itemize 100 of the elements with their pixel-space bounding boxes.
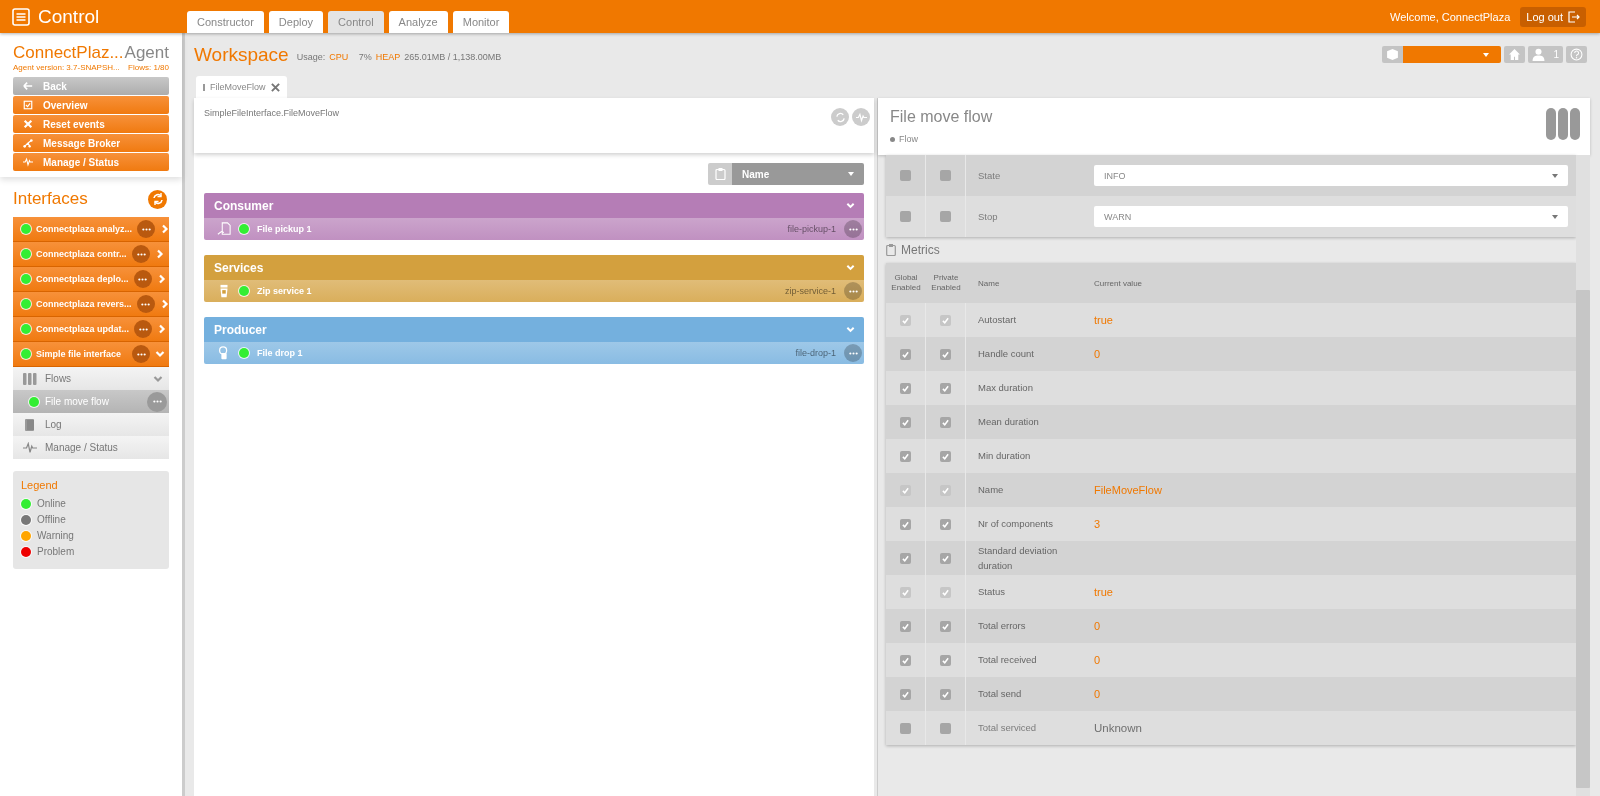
checkbox[interactable] xyxy=(900,722,911,734)
editor-tab[interactable]: FileMoveFlow xyxy=(196,76,287,98)
checkbox[interactable] xyxy=(940,722,951,734)
checkbox[interactable] xyxy=(940,450,951,462)
checkbox[interactable] xyxy=(900,382,911,394)
metric-value: 0 xyxy=(1094,620,1102,632)
metric-name: Total received xyxy=(977,653,1038,668)
checkbox[interactable] xyxy=(900,416,911,428)
more-button[interactable] xyxy=(844,220,862,238)
tree-item[interactable]: Flows xyxy=(13,367,169,390)
interface-item[interactable]: Connectplaza deplo... xyxy=(13,267,169,292)
menu-item[interactable]: Back xyxy=(13,77,169,95)
tree-item[interactable]: Log xyxy=(13,413,169,436)
checkbox[interactable] xyxy=(940,654,951,666)
more-button[interactable] xyxy=(147,391,167,412)
nav-tab[interactable]: Control xyxy=(328,11,384,33)
interface-item[interactable]: Connectplaza analyz... xyxy=(13,217,169,242)
more-button[interactable] xyxy=(137,220,156,238)
component-row[interactable]: File pickup 1 file-pickup-1 xyxy=(204,218,864,240)
checkbox[interactable] xyxy=(940,620,951,632)
more-button[interactable] xyxy=(844,344,862,362)
help-button[interactable] xyxy=(1566,46,1587,63)
checkbox[interactable] xyxy=(940,348,951,360)
group-header[interactable]: Consumer xyxy=(204,193,864,218)
component-row[interactable]: File drop 1 file-drop-1 xyxy=(204,342,864,364)
pulse-button[interactable] xyxy=(852,108,870,126)
refresh-button[interactable] xyxy=(148,189,167,209)
nav-tab[interactable]: Deploy xyxy=(268,11,324,33)
checkbox[interactable] xyxy=(900,654,911,666)
refresh-button[interactable] xyxy=(831,108,849,126)
checkbox[interactable] xyxy=(900,620,911,632)
checkbox[interactable] xyxy=(940,170,951,181)
chevron-right-icon[interactable] xyxy=(160,224,171,234)
back-arrow-icon xyxy=(23,81,33,91)
chevron-down-icon[interactable] xyxy=(845,263,856,272)
close-icon[interactable] xyxy=(270,82,280,92)
chevron-right-icon[interactable] xyxy=(155,249,165,259)
checkbox[interactable] xyxy=(900,518,911,530)
checkbox[interactable] xyxy=(940,211,951,222)
metric-name: Nr of components xyxy=(977,517,1054,532)
column-header: Current value xyxy=(1094,278,1144,288)
metric-name: Total errors xyxy=(977,619,1027,634)
more-button[interactable] xyxy=(134,320,152,338)
group-header[interactable]: Producer xyxy=(204,317,864,342)
file-hand-icon xyxy=(217,222,231,236)
interface-item[interactable]: Connectplaza contr... xyxy=(13,242,169,267)
columns-icon[interactable] xyxy=(1546,108,1580,140)
level-dropdown[interactable]: WARN xyxy=(1094,206,1568,227)
home-button[interactable] xyxy=(1504,46,1526,63)
metric-value: true xyxy=(1094,586,1114,598)
logout-button[interactable]: Log out xyxy=(1520,6,1586,27)
more-button[interactable] xyxy=(136,295,155,313)
nav-tab[interactable]: Constructor xyxy=(187,11,264,33)
checkbox[interactable] xyxy=(940,688,951,700)
chevron-down-icon[interactable] xyxy=(845,325,856,334)
checkbox[interactable] xyxy=(900,170,911,181)
chevron-right-icon[interactable] xyxy=(159,299,170,309)
checkbox[interactable] xyxy=(900,688,911,700)
checkbox[interactable] xyxy=(940,382,951,394)
menu-item[interactable]: Manage / Status xyxy=(13,153,169,171)
checkbox[interactable] xyxy=(900,211,911,222)
chevron-down-icon[interactable] xyxy=(153,373,163,384)
scrollbar[interactable] xyxy=(1576,290,1590,788)
checkbox[interactable] xyxy=(900,450,911,462)
checkbox[interactable] xyxy=(940,518,951,530)
chevron-down-icon[interactable] xyxy=(155,349,165,359)
chevron-right-icon[interactable] xyxy=(157,324,167,334)
sort-dropdown[interactable]: Name xyxy=(732,163,864,185)
checkbox[interactable] xyxy=(900,348,911,360)
ellipsis-icon xyxy=(152,400,162,403)
checkbox[interactable] xyxy=(940,416,951,428)
chevron-right-icon[interactable] xyxy=(156,274,167,284)
checkbox[interactable] xyxy=(940,552,951,564)
group-header[interactable]: Services xyxy=(204,255,864,280)
menu-item[interactable]: Message Broker xyxy=(13,134,169,152)
interface-item[interactable]: Simple file interface xyxy=(13,342,169,367)
menu-item[interactable]: Overview xyxy=(13,96,169,114)
interface-item[interactable]: Connectplaza updat... xyxy=(13,317,169,342)
interface-item[interactable]: Connectplaza revers... xyxy=(13,292,169,317)
nav-tab[interactable]: Analyze xyxy=(388,11,448,33)
nav-tab[interactable]: Monitor xyxy=(452,11,510,33)
flow-item[interactable]: File move flow xyxy=(13,390,169,413)
usage-text: Usage: CPU 7% HEAP 265.01MB / 1,138.00MB xyxy=(296,51,502,62)
more-button[interactable] xyxy=(132,245,150,263)
chevron-down-icon[interactable] xyxy=(845,201,856,210)
users-button[interactable]: 1 xyxy=(1528,46,1563,63)
component-id: file-drop-1 xyxy=(795,348,836,358)
setting-name: Stop xyxy=(977,209,999,224)
legend-label: Warning xyxy=(37,530,74,541)
level-dropdown[interactable]: INFO xyxy=(1094,165,1568,186)
more-button[interactable] xyxy=(132,345,150,363)
metric-value: 0 xyxy=(1094,688,1102,700)
tree-item[interactable]: Manage / Status xyxy=(13,436,169,459)
exit-icon xyxy=(1568,10,1580,23)
checkbox[interactable] xyxy=(900,552,911,564)
more-button[interactable] xyxy=(844,282,862,300)
menu-item[interactable]: Reset events xyxy=(13,115,169,133)
component-row[interactable]: Zip service 1 zip-service-1 xyxy=(204,280,864,302)
menu-icon[interactable] xyxy=(12,7,30,26)
more-button[interactable] xyxy=(133,270,152,288)
